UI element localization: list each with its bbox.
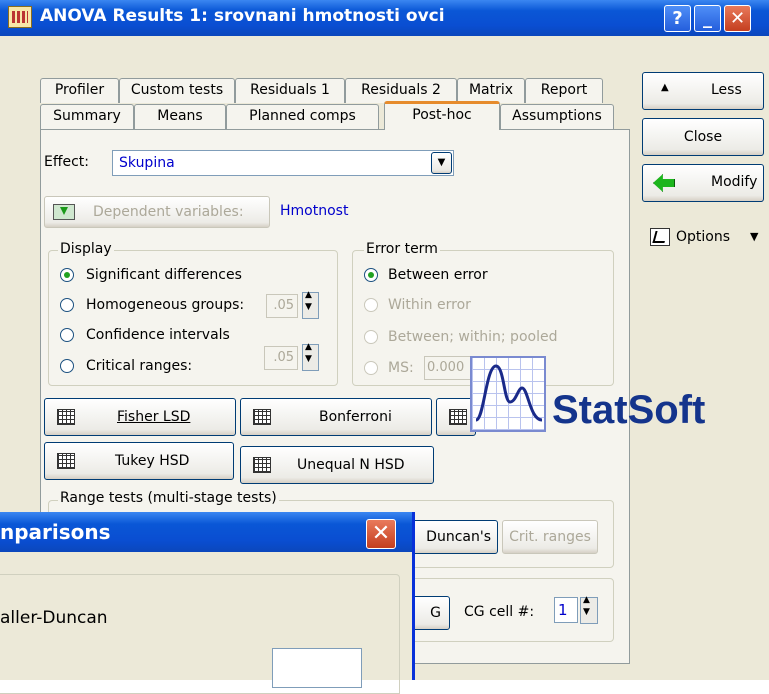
dialog-title-bar[interactable]: nparisons ✕ xyxy=(0,512,412,552)
radio-within-error-label: Within error xyxy=(388,297,471,313)
tab-matrix[interactable]: Matrix xyxy=(457,78,525,103)
close-window-button[interactable]: ✕ xyxy=(724,5,751,32)
close-button[interactable]: Close xyxy=(642,118,764,156)
unequal-n-hsd-button[interactable]: Unequal N HSD xyxy=(240,446,434,484)
window-title: ANOVA Results 1: srovnani hmotnosti ovci xyxy=(40,6,445,26)
statsoft-logo-graph xyxy=(470,356,546,432)
less-button[interactable]: ▲ Less xyxy=(642,72,764,110)
chevron-down-icon[interactable]: ▼ xyxy=(750,230,758,243)
dependent-variables-button[interactable]: Dependent variables: xyxy=(44,196,270,228)
app-icon xyxy=(8,6,32,28)
radio-significant[interactable] xyxy=(60,268,74,282)
radio-homogeneous-label: Homogeneous groups: xyxy=(86,297,245,313)
radio-confidence[interactable] xyxy=(60,328,74,342)
tab-custom-tests[interactable]: Custom tests xyxy=(119,78,235,103)
homogeneous-spinner[interactable] xyxy=(302,290,319,319)
dialog-input[interactable] xyxy=(272,648,362,688)
tab-assumptions[interactable]: Assumptions xyxy=(500,104,614,129)
tukey-hsd-label: Tukey HSD xyxy=(115,453,190,469)
radio-confidence-label: Confidence intervals xyxy=(86,327,230,343)
error-term-title: Error term xyxy=(364,241,440,257)
radio-between-error[interactable] xyxy=(364,268,378,282)
less-label: Less xyxy=(711,82,742,98)
arrow-up-icon: ▲ xyxy=(661,82,669,93)
critical-spinner[interactable] xyxy=(302,342,319,371)
tab-summary[interactable]: Summary xyxy=(40,104,134,129)
unequal-n-hsd-label: Unequal N HSD xyxy=(297,457,405,473)
radio-pooled-label: Between; within; pooled xyxy=(388,329,558,345)
radio-critical[interactable] xyxy=(60,359,74,373)
modify-button[interactable]: Modify xyxy=(642,164,764,202)
radio-within-error[interactable] xyxy=(364,298,378,312)
options-icon xyxy=(650,228,670,246)
dependent-variables-label: Dependent variables: xyxy=(93,204,244,220)
homogeneous-alpha-input[interactable]: .05 xyxy=(266,294,298,318)
tab-report[interactable]: Report xyxy=(525,78,603,103)
modify-label: Modify xyxy=(711,174,758,190)
bonferroni-label: Bonferroni xyxy=(319,409,392,425)
radio-critical-label: Critical ranges: xyxy=(86,358,193,374)
help-button[interactable]: ? xyxy=(664,5,691,32)
dependent-value: Hmotnost xyxy=(280,203,349,219)
tab-residuals-1[interactable]: Residuals 1 xyxy=(235,78,345,103)
comparisons-dialog: nparisons ✕ aller-Duncan xyxy=(0,512,415,694)
tab-profiler[interactable]: Profiler xyxy=(40,78,119,103)
tab-residuals-2[interactable]: Residuals 2 xyxy=(345,78,457,103)
effect-value: Skupina xyxy=(119,155,175,171)
cg-cell-label: CG cell #: xyxy=(464,604,535,620)
radio-pooled[interactable] xyxy=(364,330,378,344)
chevron-down-icon[interactable]: ▼ xyxy=(431,152,452,174)
bonferroni-button[interactable]: Bonferroni xyxy=(240,398,432,436)
tukey-hsd-button[interactable]: Tukey HSD xyxy=(44,442,234,480)
title-bar[interactable]: ANOVA Results 1: srovnani hmotnosti ovci… xyxy=(0,0,769,36)
table-icon xyxy=(449,409,467,425)
statsoft-logo-text: StatSoft xyxy=(552,388,706,432)
minimize-button[interactable]: _ xyxy=(694,5,721,32)
tab-planned-comps[interactable]: Planned comps xyxy=(226,104,379,129)
range-tests-title: Range tests (multi-stage tests) xyxy=(58,490,279,506)
fisher-lsd-button[interactable]: Fisher LSD xyxy=(44,398,236,436)
radio-ms[interactable] xyxy=(364,361,378,375)
arrow-left-icon xyxy=(653,174,675,192)
dialog-close-button[interactable]: ✕ xyxy=(366,519,396,549)
radio-between-error-label: Between error xyxy=(388,267,488,283)
display-group-title: Display xyxy=(58,241,114,257)
cg-cell-spinner[interactable] xyxy=(580,595,598,624)
radio-ms-label: MS: xyxy=(388,360,414,376)
critical-alpha-input[interactable]: .05 xyxy=(264,346,298,370)
effect-select[interactable]: Skupina ▼ xyxy=(112,150,454,176)
table-icon xyxy=(57,409,75,425)
radio-significant-label: Significant differences xyxy=(86,267,242,283)
effect-label: Effect: xyxy=(44,154,90,170)
table-icon xyxy=(253,409,271,425)
dialog-item-label: aller-Duncan xyxy=(0,608,108,628)
fisher-lsd-label: Fisher LSD xyxy=(117,409,191,425)
dialog-title: nparisons xyxy=(0,520,111,544)
tab-post-hoc[interactable]: Post-hoc xyxy=(384,101,500,130)
table-icon xyxy=(253,457,271,473)
radio-homogeneous[interactable] xyxy=(60,298,74,312)
tab-means[interactable]: Means xyxy=(134,104,226,129)
duncan-button[interactable]: Duncan's xyxy=(408,520,498,554)
crit-ranges-button[interactable]: Crit. ranges xyxy=(502,520,598,554)
variables-icon xyxy=(53,204,75,220)
options-label[interactable]: Options xyxy=(676,229,730,245)
cg-cell-input[interactable]: 1 xyxy=(554,597,578,623)
table-icon xyxy=(57,453,75,469)
